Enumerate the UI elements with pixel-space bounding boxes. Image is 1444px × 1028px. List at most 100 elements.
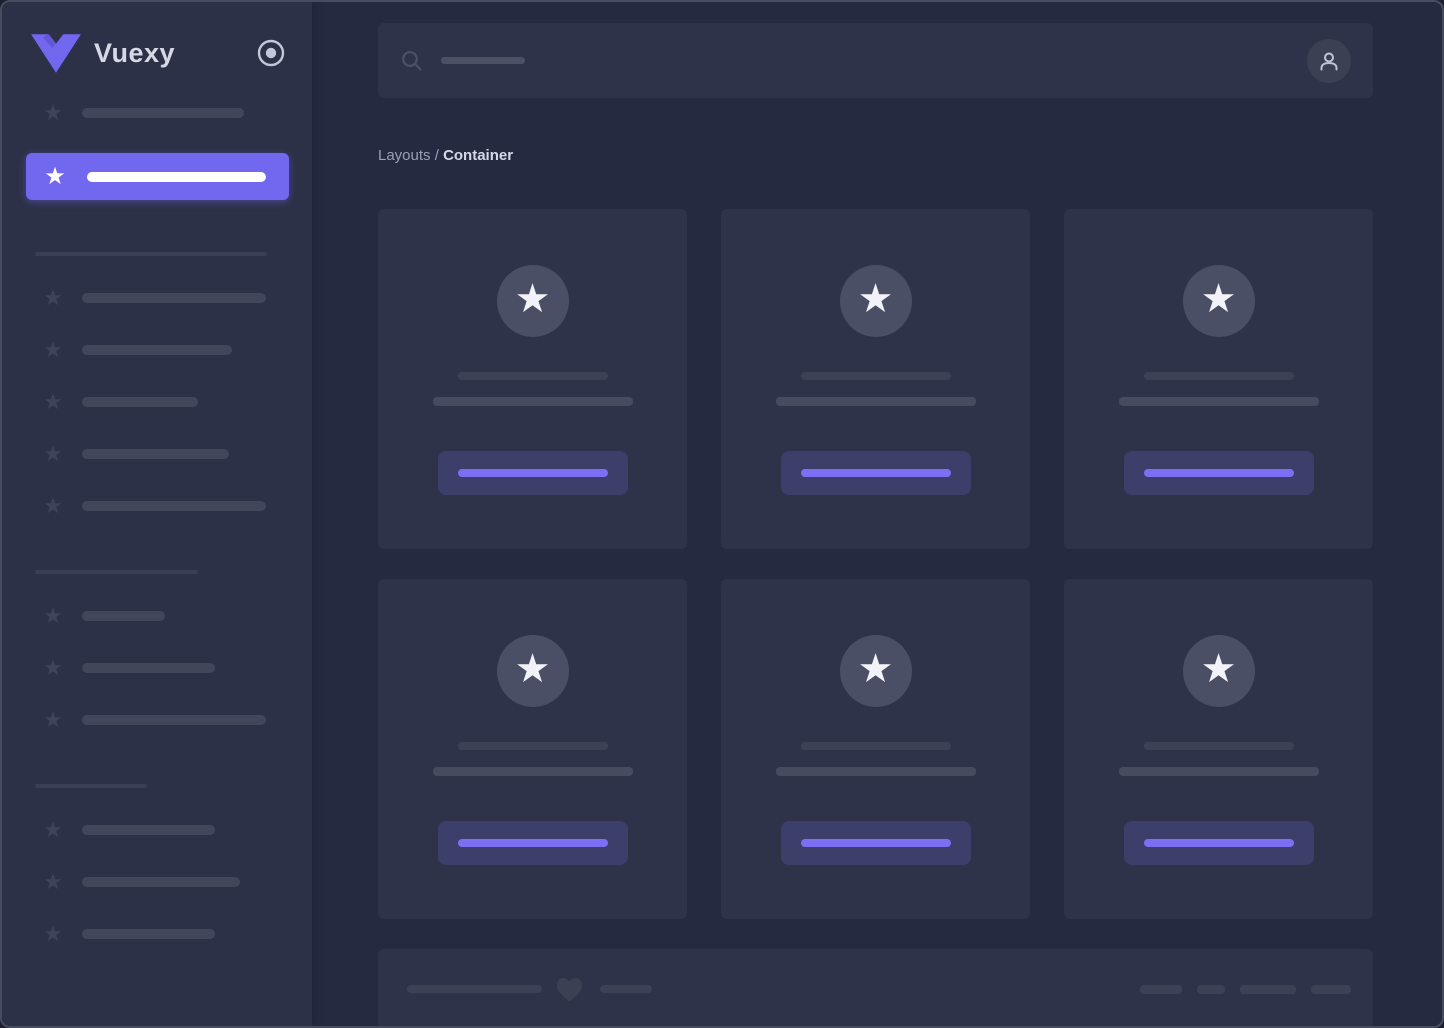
placeholder-card: ★ (378, 579, 687, 919)
sidebar-item[interactable]: ★ (41, 390, 312, 414)
skeleton-bar (82, 929, 215, 939)
vuexy-v-logo-icon (31, 34, 81, 73)
sidebar-item[interactable]: ★ (41, 922, 312, 946)
placeholder-card: ★ (378, 209, 687, 549)
avatar-circle: ★ (839, 635, 912, 707)
avatar-circle: ★ (839, 265, 912, 337)
placeholder-card: ★ (721, 209, 1030, 549)
skeleton-line (432, 397, 633, 406)
sidebar-item[interactable]: ★ (41, 818, 312, 842)
button-label-bar (1143, 839, 1294, 847)
star-icon: ★ (1200, 277, 1237, 321)
star-icon: ★ (43, 655, 63, 680)
sidebar-item[interactable]: ★ (41, 494, 312, 518)
footer-card (378, 949, 1373, 1026)
radio-circle-icon[interactable] (255, 37, 287, 69)
avatar-circle: ★ (496, 635, 569, 707)
skeleton-bar (1140, 984, 1182, 994)
button-label-bar (457, 839, 608, 847)
skeleton-bar (1197, 984, 1225, 994)
skeleton-line (800, 742, 951, 750)
star-icon: ★ (43, 100, 63, 125)
logo-row: Vuexy (2, 2, 312, 74)
sidebar-item[interactable]: ★ (41, 656, 312, 680)
sidebar-item[interactable]: ★ (41, 338, 312, 362)
sidebar-item[interactable]: ★ (41, 708, 312, 732)
skeleton-bar (82, 877, 240, 887)
skeleton-bar (82, 715, 266, 725)
primary-button[interactable] (780, 821, 971, 865)
sidebar-section-header-bar (35, 252, 267, 256)
star-icon: ★ (43, 817, 63, 842)
placeholder-card: ★ (1064, 209, 1373, 549)
star-icon: ★ (43, 603, 63, 628)
breadcrumb: Layouts / Container (378, 146, 1373, 166)
logo-text: Vuexy (94, 37, 176, 68)
skeleton-bar (1311, 984, 1351, 994)
user-avatar-button[interactable] (1307, 38, 1351, 83)
star-icon: ★ (43, 493, 63, 518)
sidebar-item[interactable]: ★ (41, 286, 312, 310)
skeleton-line (775, 767, 976, 776)
skeleton-bar (82, 611, 165, 621)
primary-button[interactable] (437, 451, 628, 495)
primary-button[interactable] (780, 451, 971, 495)
search-icon (402, 50, 422, 71)
star-icon: ★ (43, 285, 63, 310)
avatar-circle: ★ (1182, 635, 1255, 707)
star-icon: ★ (514, 647, 551, 691)
heart-icon[interactable] (555, 976, 584, 1003)
sidebar: Vuexy ★ ★ ★ ★ ★ ★ ★ ★ ★ ★ ★ ★ ★ (2, 2, 312, 1026)
breadcrumb-section[interactable]: Layouts (378, 147, 431, 164)
star-icon: ★ (43, 441, 63, 466)
skeleton-line (1143, 742, 1294, 750)
skeleton-bar (82, 449, 229, 459)
breadcrumb-separator: / (430, 147, 444, 164)
footer-right-group (1140, 984, 1351, 994)
skeleton-bar (82, 501, 266, 511)
search-placeholder-bar (441, 57, 525, 64)
sidebar-item[interactable]: ★ (41, 101, 312, 125)
placeholder-card: ★ (1064, 579, 1373, 919)
star-icon: ★ (43, 337, 63, 362)
star-icon: ★ (1200, 647, 1237, 691)
button-label-bar (1143, 469, 1294, 477)
skeleton-line (1143, 372, 1294, 380)
sidebar-item[interactable]: ★ (41, 604, 312, 628)
card-grid: ★ ★ ★ ★ ★ ★ (378, 209, 1373, 919)
star-icon: ★ (857, 647, 894, 691)
star-icon: ★ (43, 389, 63, 414)
star-icon: ★ (44, 162, 66, 190)
skeleton-line (432, 767, 633, 776)
button-label-bar (800, 839, 951, 847)
skeleton-bar (82, 293, 266, 303)
skeleton-line (1118, 767, 1319, 776)
main-content: Layouts / Container ★ ★ ★ ★ ★ ★ (312, 2, 1442, 1026)
primary-button[interactable] (437, 821, 628, 865)
avatar-circle: ★ (496, 265, 569, 337)
skeleton-line (800, 372, 951, 380)
app-window: Vuexy ★ ★ ★ ★ ★ ★ ★ ★ ★ ★ ★ ★ ★ Layouts … (0, 0, 1444, 1028)
skeleton-bar (1240, 984, 1296, 994)
placeholder-card: ★ (721, 579, 1030, 919)
button-label-bar (800, 469, 951, 477)
breadcrumb-page: Container (443, 147, 514, 164)
person-icon (1320, 52, 1338, 70)
primary-button[interactable] (1123, 821, 1314, 865)
search-bar[interactable] (378, 23, 1373, 98)
sidebar-section-header-bar (35, 570, 198, 574)
skeleton-bar (82, 663, 215, 673)
sidebar-section-header-bar (35, 784, 147, 788)
skeleton-line (1118, 397, 1319, 406)
sidebar-item[interactable]: ★ (41, 442, 312, 466)
sidebar-item[interactable]: ★ (41, 870, 312, 894)
star-icon: ★ (43, 707, 63, 732)
star-icon: ★ (43, 921, 63, 946)
sidebar-item-active[interactable]: ★ (26, 153, 289, 200)
skeleton-line (457, 742, 608, 750)
primary-button[interactable] (1123, 451, 1314, 495)
skeleton-bar (82, 397, 198, 407)
star-icon: ★ (43, 869, 63, 894)
skeleton-line (775, 397, 976, 406)
skeleton-bar (87, 171, 266, 182)
